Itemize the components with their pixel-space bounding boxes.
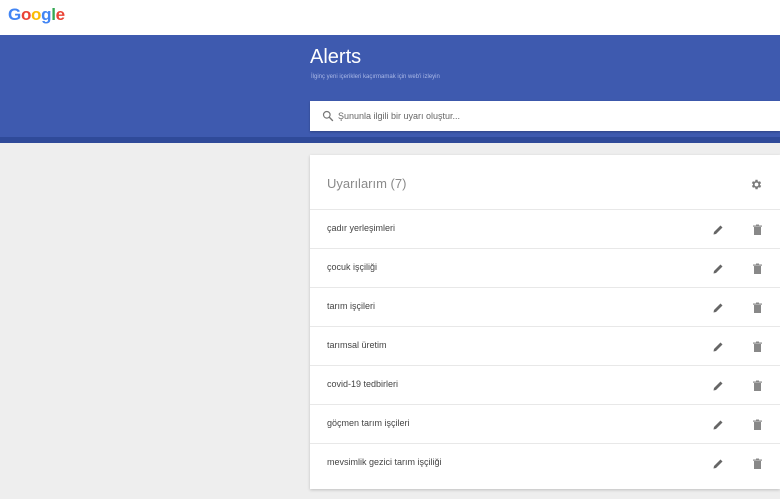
pencil-icon[interactable]: [712, 379, 724, 391]
list-item[interactable]: çocuk işçiliği: [310, 248, 780, 287]
alert-label[interactable]: covid-19 tedbirleri: [327, 379, 398, 389]
alerts-title: Uyarılarım (7): [327, 176, 407, 191]
logo-letter: o: [20, 5, 32, 24]
gear-icon[interactable]: [750, 178, 763, 191]
list-item[interactable]: tarım işçileri: [310, 287, 780, 326]
trash-icon[interactable]: [752, 262, 763, 274]
search-icon: [322, 110, 334, 122]
trash-icon[interactable]: [752, 223, 763, 235]
alert-label[interactable]: mevsimlik gezici tarım işçiliği: [327, 457, 442, 467]
trash-icon[interactable]: [752, 457, 763, 469]
alert-label[interactable]: tarımsal üretim: [327, 340, 387, 350]
pencil-icon[interactable]: [712, 262, 724, 274]
trash-icon[interactable]: [752, 301, 763, 313]
pencil-icon[interactable]: [712, 223, 724, 235]
trash-icon[interactable]: [752, 379, 763, 391]
pencil-icon[interactable]: [712, 340, 724, 352]
alerts-header: Uyarılarım (7): [310, 155, 780, 209]
search-box[interactable]: [310, 101, 780, 131]
google-logo[interactable]: Google: [8, 5, 65, 25]
search-input[interactable]: [338, 111, 758, 121]
pencil-icon[interactable]: [712, 457, 724, 469]
logo-letter: g: [41, 5, 52, 24]
list-item[interactable]: çadır yerleşimleri: [310, 209, 780, 248]
alerts-card: Uyarılarım (7) çadır yerleşimleri çocuk …: [310, 155, 780, 489]
list-item[interactable]: mevsimlik gezici tarım işçiliği: [310, 443, 780, 482]
list-item[interactable]: covid-19 tedbirleri: [310, 365, 780, 404]
logo-letter: o: [31, 5, 42, 24]
alert-label[interactable]: çocuk işçiliği: [327, 262, 377, 272]
top-bar: Google: [0, 0, 780, 35]
page-title: Alerts: [310, 46, 362, 68]
trash-icon[interactable]: [752, 418, 763, 430]
pencil-icon[interactable]: [712, 418, 724, 430]
trash-icon[interactable]: [752, 340, 763, 352]
hero-shadow: [0, 137, 780, 143]
page-subtitle: İlginç yeni içerikleri kaçırmamak için w…: [311, 74, 440, 80]
logo-letter: G: [8, 5, 21, 24]
list-item[interactable]: tarımsal üretim: [310, 326, 780, 365]
alert-label[interactable]: çadır yerleşimleri: [327, 223, 395, 233]
alerts-list: çadır yerleşimleri çocuk işçiliği tarım …: [310, 209, 780, 482]
list-item[interactable]: göçmen tarım işçileri: [310, 404, 780, 443]
pencil-icon[interactable]: [712, 301, 724, 313]
logo-letter: e: [55, 5, 65, 24]
alert-label[interactable]: tarım işçileri: [327, 301, 375, 311]
alert-label[interactable]: göçmen tarım işçileri: [327, 418, 410, 428]
